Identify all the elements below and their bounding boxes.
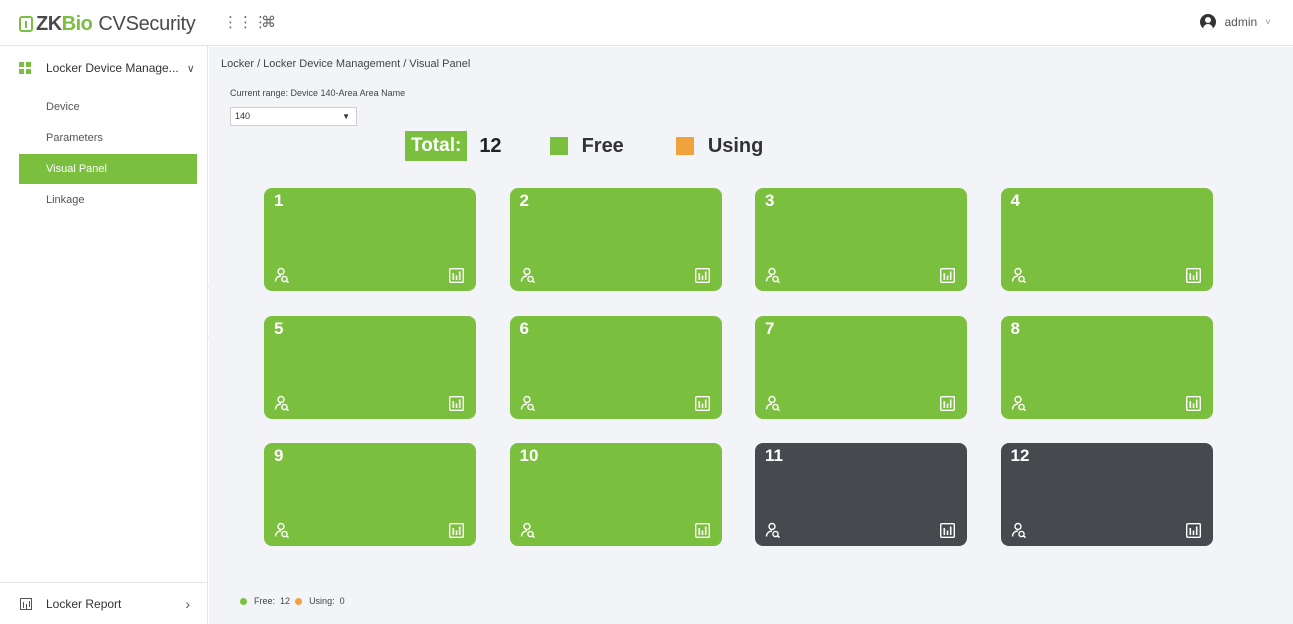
status-legend: Total: 12 Free Using — [405, 131, 815, 161]
locker-card[interactable]: 4 — [1000, 188, 1213, 291]
locker-number: 6 — [519, 318, 529, 338]
locker-number: 4 — [1010, 191, 1020, 210]
person-key-icon[interactable] — [520, 522, 536, 539]
free-swatch — [549, 137, 568, 155]
bar-chart-icon[interactable] — [1185, 267, 1201, 284]
bar-chart-icon[interactable] — [694, 522, 710, 539]
locker-number: 7 — [765, 318, 775, 338]
locker-number: 12 — [1010, 446, 1030, 465]
main-content: Locker / Locker Device Management / Visu… — [209, 47, 1293, 624]
person-key-icon[interactable] — [1011, 267, 1027, 284]
locker-card[interactable]: 10 — [509, 443, 722, 546]
free-dot-icon — [240, 597, 247, 605]
person-key-icon[interactable] — [274, 522, 290, 539]
caret-down-icon: ▼ — [342, 112, 350, 121]
total-count: 12 — [479, 134, 502, 157]
bar-chart-icon[interactable] — [694, 395, 710, 411]
locker-card[interactable]: 8 — [1000, 315, 1213, 419]
logo-mark-icon — [19, 16, 33, 32]
locker-number: 10 — [519, 446, 539, 465]
sidebar: Locker Device Manage... ∨ Device Paramet… — [0, 46, 208, 624]
report-chart-icon — [20, 597, 32, 610]
chevron-down-icon: ∨ — [186, 62, 195, 75]
footer-summary: Free: 12 Using: 0 — [240, 596, 345, 606]
using-swatch — [675, 137, 694, 155]
device-select-value: 140 — [235, 111, 251, 121]
person-key-icon[interactable] — [1011, 522, 1027, 539]
sidebar-item-linkage[interactable]: Linkage — [19, 185, 197, 215]
using-legend-label: Using — [707, 134, 764, 157]
locker-card[interactable]: 11 — [755, 443, 967, 546]
breadcrumb: Locker / Locker Device Management / Visu… — [221, 58, 471, 70]
module-grid-icon — [19, 62, 31, 74]
bar-chart-icon[interactable] — [448, 395, 465, 411]
person-key-icon[interactable] — [1011, 395, 1027, 411]
locker-card[interactable]: 9 — [264, 443, 476, 546]
user-avatar-icon — [1200, 14, 1217, 30]
person-key-icon[interactable] — [765, 267, 781, 284]
logo-bio-text: Bio — [61, 12, 93, 35]
bar-chart-icon[interactable] — [939, 395, 956, 411]
bar-chart-icon[interactable] — [939, 267, 956, 284]
locker-card[interactable]: 12 — [1000, 443, 1213, 546]
current-range-label: Current range: Device 140-Area Area Name — [230, 88, 406, 98]
using-dot-icon — [295, 597, 303, 605]
person-key-icon[interactable] — [765, 395, 781, 411]
footer-using-count: 0 — [339, 596, 345, 606]
username: admin — [1224, 15, 1258, 29]
person-key-icon[interactable] — [520, 267, 536, 284]
locker-card[interactable]: 5 — [264, 315, 476, 419]
app-logo[interactable]: ZK Bio CVSecurity — [19, 12, 196, 35]
locker-number: 11 — [765, 446, 783, 465]
command-icon[interactable]: ⌘ — [261, 13, 276, 31]
sidebar-item-visual-panel[interactable]: Visual Panel — [19, 154, 197, 184]
total-badge: Total: — [405, 131, 468, 161]
locker-card[interactable]: 7 — [755, 315, 967, 419]
person-key-icon[interactable] — [274, 395, 290, 411]
bar-chart-icon[interactable] — [1185, 522, 1201, 539]
bar-chart-icon[interactable] — [448, 522, 465, 539]
sidebar-module-header[interactable]: Locker Device Manage... ∨ — [0, 46, 208, 90]
sidebar-item-locker-report[interactable]: Locker Report › — [0, 582, 208, 624]
chevron-right-icon: › — [185, 595, 190, 612]
footer-using-label: Using: — [309, 596, 335, 606]
locker-grid: 1 2 3 4 5 6 7 8 9 10 11 12 — [264, 188, 1214, 546]
module-label: Locker Device Manage... — [46, 61, 179, 75]
bar-chart-icon[interactable] — [448, 267, 465, 284]
logo-product-text: CVSecurity — [98, 12, 196, 35]
user-menu[interactable]: admin ˅ — [1200, 14, 1271, 30]
top-bar: ZK Bio CVSecurity ⋮⋮⋮ ⌘ admin ˅ — [0, 0, 1293, 46]
locker-card[interactable]: 1 — [264, 188, 476, 291]
locker-card[interactable]: 2 — [509, 188, 722, 291]
footer-free-label: Free: — [254, 596, 276, 606]
locker-number: 1 — [274, 191, 284, 210]
locker-number: 5 — [274, 318, 284, 338]
sidebar-submenu: Device Parameters Visual Panel Linkage — [19, 92, 197, 216]
person-key-icon[interactable] — [520, 395, 536, 411]
sidebar-item-parameters[interactable]: Parameters — [19, 123, 197, 153]
locker-number: 9 — [274, 446, 284, 465]
logo-zk-text: ZK — [36, 12, 62, 35]
locker-card[interactable]: 3 — [755, 188, 967, 291]
device-select[interactable]: 140 ▼ — [230, 107, 357, 126]
bar-chart-icon[interactable] — [1185, 395, 1201, 411]
sidebar-item-device[interactable]: Device — [19, 92, 197, 122]
locker-number: 8 — [1010, 318, 1020, 338]
free-legend-label: Free — [581, 134, 624, 157]
person-key-icon[interactable] — [274, 267, 290, 284]
person-key-icon[interactable] — [765, 522, 781, 539]
footer-free-count: 12 — [280, 596, 291, 606]
chevron-down-icon: ˅ — [1265, 16, 1271, 28]
locker-card[interactable]: 6 — [509, 315, 722, 419]
locker-number: 2 — [519, 191, 529, 210]
bar-chart-icon[interactable] — [694, 267, 710, 284]
locker-number: 3 — [765, 191, 775, 210]
locker-report-label: Locker Report — [46, 596, 122, 611]
bar-chart-icon[interactable] — [939, 522, 956, 539]
